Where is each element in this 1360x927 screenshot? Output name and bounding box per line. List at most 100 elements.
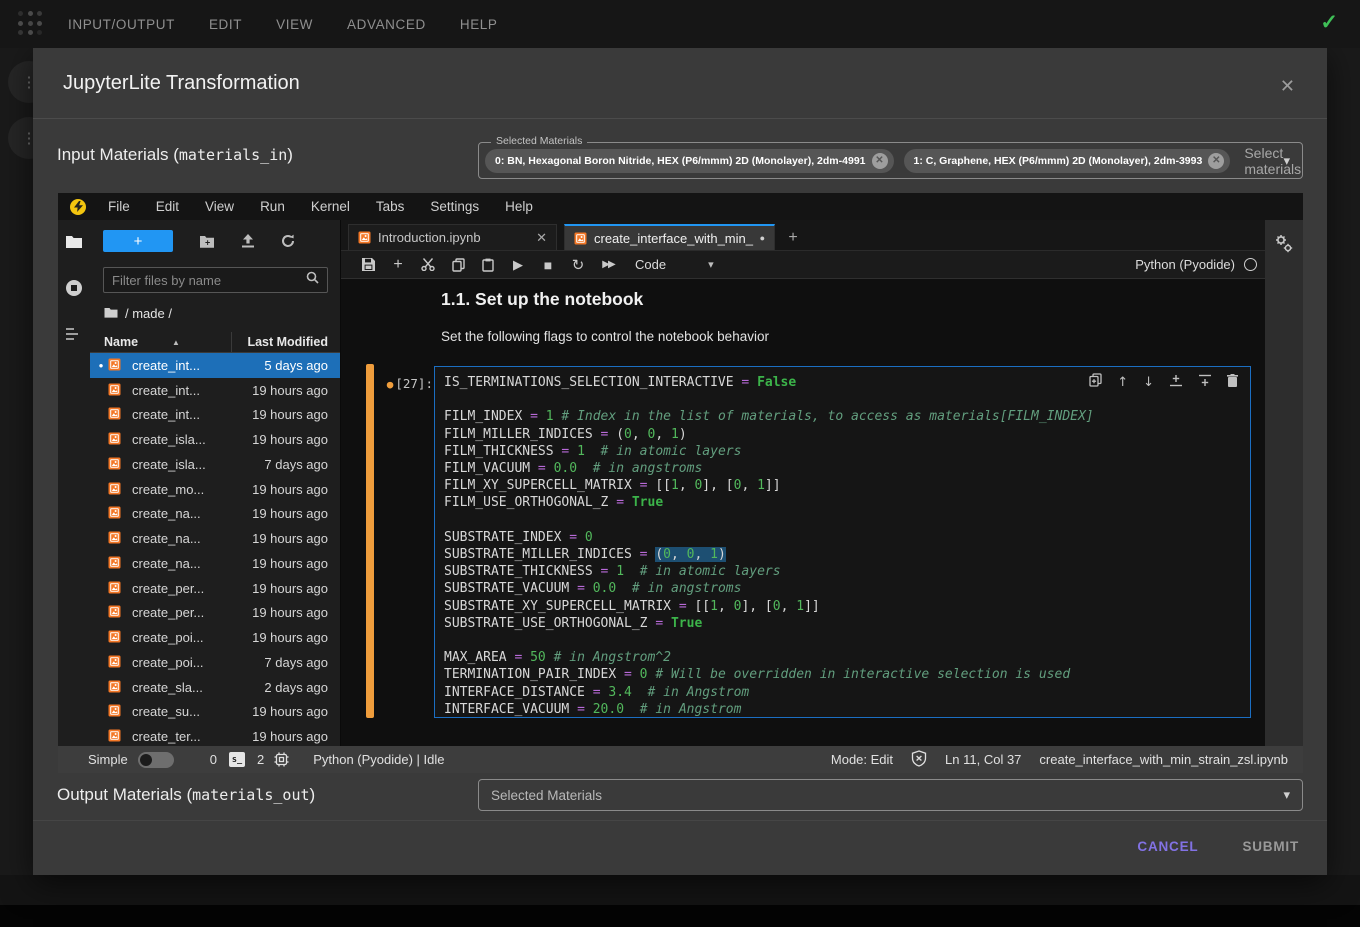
kernel-status-text[interactable]: Python (Pyodide) | Idle — [313, 752, 444, 767]
file-row[interactable]: create_isla...7 days ago — [90, 452, 340, 477]
file-row[interactable]: create_na...19 hours ago — [90, 526, 340, 551]
delete-cell-icon[interactable] — [1227, 374, 1238, 392]
chip-remove-icon[interactable]: ✕ — [872, 153, 888, 169]
chevron-down-icon[interactable]: ▾ — [1283, 153, 1290, 169]
jupyter-menu-help[interactable]: Help — [505, 199, 533, 214]
table-of-contents-icon[interactable] — [65, 327, 83, 341]
plus-icon: + — [134, 233, 143, 250]
upload-icon[interactable] — [241, 234, 255, 248]
new-folder-icon[interactable]: + — [199, 235, 215, 248]
file-name: create_isla... — [132, 457, 235, 472]
file-row[interactable]: create_ter...19 hours ago — [90, 724, 340, 746]
file-row[interactable]: create_sla...2 days ago — [90, 675, 340, 700]
run-cell-icon[interactable]: ▶ — [503, 257, 533, 273]
save-icon[interactable] — [353, 258, 383, 271]
notebook-icon — [108, 506, 123, 521]
code-line: FILM_THICKNESS = 1 # in atomic layers — [444, 443, 1250, 460]
file-row[interactable]: create_int...19 hours ago — [90, 403, 340, 428]
notebook-icon — [108, 655, 123, 670]
new-tab-button[interactable]: + — [779, 225, 807, 250]
file-name: create_ter... — [132, 729, 235, 744]
paste-cells-icon[interactable] — [473, 258, 503, 272]
cut-cells-icon[interactable] — [413, 258, 443, 271]
add-cell-icon[interactable]: + — [383, 256, 413, 274]
insert-cell-above-icon[interactable] — [1169, 374, 1183, 392]
file-name: create_na... — [132, 556, 235, 571]
kernel-status-icon[interactable] — [1244, 258, 1257, 271]
file-row[interactable]: create_na...19 hours ago — [90, 551, 340, 576]
duplicate-cell-icon[interactable] — [1089, 373, 1102, 392]
kernels-count[interactable]: 2 — [257, 752, 264, 767]
jupyter-menu-kernel[interactable]: Kernel — [311, 199, 350, 214]
appbar-menu-help[interactable]: HELP — [460, 17, 498, 32]
select-materials-placeholder[interactable]: Select materials — [1244, 145, 1301, 177]
material-chip[interactable]: 1: C, Graphene, HEX (P6/mmm) 2D (Monolay… — [904, 149, 1231, 173]
terminals-count[interactable]: 0 — [210, 752, 217, 767]
file-row[interactable]: ●create_int...5 days ago — [90, 353, 340, 378]
copy-cells-icon[interactable] — [443, 258, 473, 272]
file-row[interactable]: create_poi...7 days ago — [90, 650, 340, 675]
jupyter-menu-tabs[interactable]: Tabs — [376, 199, 405, 214]
cursor-position[interactable]: Ln 11, Col 37 — [945, 752, 1021, 767]
move-cell-up-icon[interactable]: ↑ — [1117, 375, 1128, 390]
running-kernels-icon[interactable] — [65, 279, 83, 297]
file-name: create_per... — [132, 581, 235, 596]
submit-button[interactable]: SUBMIT — [1242, 839, 1299, 854]
material-chip-label: 1: C, Graphene, HEX (P6/mmm) 2D (Monolay… — [914, 155, 1203, 167]
notebook-icon — [108, 680, 123, 695]
file-row[interactable]: create_su...19 hours ago — [90, 700, 340, 725]
file-last-modified: 19 hours ago — [235, 506, 340, 521]
move-cell-down-icon[interactable]: ↓ — [1143, 375, 1154, 390]
appbar-menu-edit[interactable]: EDIT — [209, 17, 242, 32]
selected-materials-field[interactable]: Selected Materials 0: BN, Hexagonal Boro… — [478, 142, 1303, 179]
jupyter-menu-file[interactable]: File — [108, 199, 130, 214]
cancel-button[interactable]: CANCEL — [1137, 839, 1198, 854]
filter-files-input[interactable] — [112, 273, 306, 288]
refresh-icon[interactable] — [281, 234, 295, 248]
restart-run-all-icon[interactable]: ▶▶ — [593, 259, 623, 270]
stop-kernel-icon[interactable]: ■ — [533, 257, 563, 273]
jupyter-menu-settings[interactable]: Settings — [430, 199, 479, 214]
tab-close-icon[interactable]: ✕ — [536, 230, 547, 246]
file-row[interactable]: create_isla...19 hours ago — [90, 427, 340, 452]
appbar-menu-advanced[interactable]: ADVANCED — [347, 17, 426, 32]
file-row[interactable]: create_na...19 hours ago — [90, 502, 340, 527]
kernel-name[interactable]: Python (Pyodide) — [1135, 257, 1235, 272]
insert-cell-below-icon[interactable] — [1198, 374, 1212, 392]
new-launcher-button[interactable]: + — [103, 230, 173, 252]
tab-create-interface-with-min-[interactable]: create_interface_with_min_● — [564, 224, 775, 250]
code-cell-editor[interactable]: IS_TERMINATIONS_SELECTION_INTERACTIVE = … — [434, 366, 1251, 718]
file-browser-sidebar: + + — [90, 220, 341, 746]
chip-remove-icon[interactable]: ✕ — [1208, 153, 1224, 169]
file-row[interactable]: create_per...19 hours ago — [90, 576, 340, 601]
file-row[interactable]: create_per...19 hours ago — [90, 601, 340, 626]
output-materials-select[interactable]: Selected Materials ▾ — [478, 779, 1303, 811]
right-sidebar-rail — [1265, 220, 1303, 746]
main-dock-panel: Introduction.ipynb✕ create_interface_with… — [341, 220, 1265, 746]
chevron-down-icon[interactable]: ▾ — [708, 258, 714, 271]
file-row[interactable]: create_mo...19 hours ago — [90, 477, 340, 502]
editor-mode[interactable]: Mode: Edit — [831, 752, 893, 767]
jupyter-body: + + — [58, 220, 1303, 746]
file-browser-icon[interactable] — [65, 234, 83, 249]
property-inspector-gears-icon[interactable] — [1274, 234, 1294, 746]
jupyter-menu-edit[interactable]: Edit — [156, 199, 179, 214]
simple-mode-toggle[interactable] — [138, 752, 174, 768]
appbar-menu-input-output[interactable]: INPUT/OUTPUT — [68, 17, 175, 32]
appbar-menu-view[interactable]: VIEW — [276, 17, 313, 32]
jupyter-menu-view[interactable]: View — [205, 199, 234, 214]
restart-kernel-icon[interactable]: ↻ — [563, 256, 593, 274]
cell-type-select[interactable]: Code — [635, 257, 666, 272]
cell-collapser-bar[interactable] — [366, 364, 374, 718]
trust-shield-icon[interactable] — [911, 750, 927, 770]
file-name: create_int... — [132, 407, 235, 422]
jupyter-menu-run[interactable]: Run — [260, 199, 285, 214]
file-row[interactable]: create_poi...19 hours ago — [90, 625, 340, 650]
material-chip[interactable]: 0: BN, Hexagonal Boron Nitride, HEX (P6/… — [485, 149, 894, 173]
column-name[interactable]: Name ▲ — [90, 332, 231, 352]
tab-introduction-ipynb[interactable]: Introduction.ipynb✕ — [348, 224, 557, 250]
column-last-modified[interactable]: Last Modified — [231, 332, 340, 352]
breadcrumb[interactable]: / made / — [104, 303, 340, 323]
file-row[interactable]: create_int...19 hours ago — [90, 378, 340, 403]
close-icon[interactable]: ✕ — [1280, 76, 1295, 97]
